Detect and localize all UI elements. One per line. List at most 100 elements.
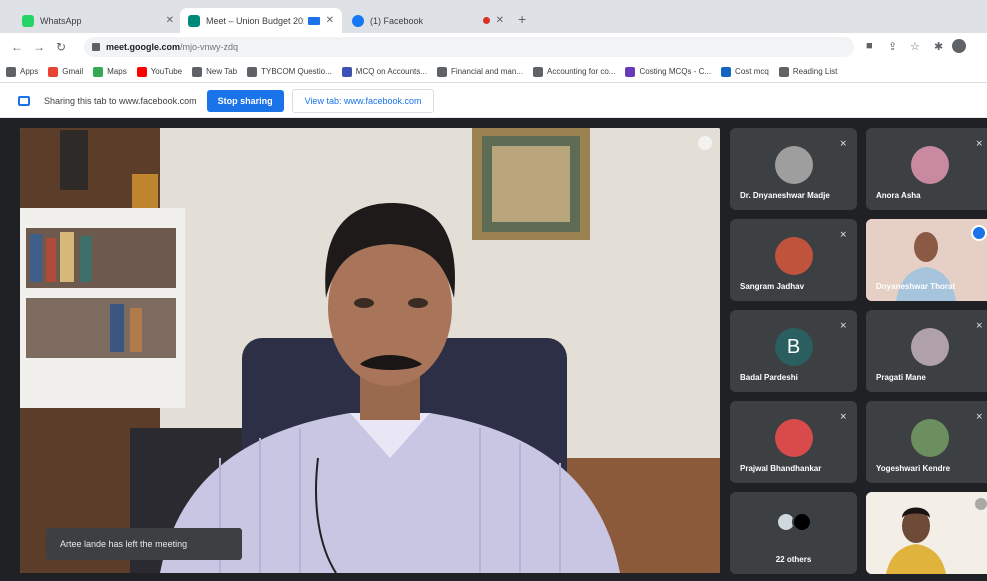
bookmark-label: Costing MCQs - C... [639,67,712,76]
tab-facebook[interactable]: (1) Facebook ✕ [344,8,512,33]
participant-tile[interactable]: ⨯ Anora Asha [866,128,987,210]
mic-off-icon: ⨯ [839,411,847,421]
participant-tile[interactable]: ⨯ Sangram Jadhav [730,219,857,301]
facebook-icon [352,14,364,27]
participant-tile[interactable]: ⨯ B Badal Pardeshi [730,310,857,392]
mic-off-icon: ⨯ [975,411,983,421]
bookmark-item[interactable]: Cost mcq [721,66,769,77]
recording-icon [482,17,490,24]
avatar: B [774,328,813,366]
profile-avatar[interactable] [952,39,966,53]
participant-tile[interactable]: ⨯ Yogeshwari Kendre [866,401,987,483]
participant-tile[interactable]: ⨯ Pragati Mane [866,310,987,392]
bookmark-icon [778,66,789,77]
bookmark-icon [532,66,543,77]
mic-off-icon: ⨯ [975,138,983,148]
mic-off-icon: ⨯ [839,229,847,239]
meet-grid: Artee lande has left the meeting ⨯ Dr. D… [0,118,987,581]
screen-share-icon [18,95,30,106]
bookmark-icon [625,66,636,77]
bookmark-item[interactable]: Accounting for co... [532,66,616,77]
bookmarks-bar: Apps Gmail Maps YouTube New Tab TYBCOM Questi… [0,61,987,83]
close-icon[interactable]: ✕ [166,15,174,26]
share-icon[interactable]: ⇪ [888,40,897,53]
bookmark-item[interactable]: Costing MCQs - C... [625,66,712,77]
main-speaker-video[interactable]: Artee lande has left the meeting [20,128,720,573]
bookmark-item[interactable]: Apps [6,66,39,77]
bookmark-label: Accounting for co... [546,67,616,76]
whatsapp-icon [22,14,34,27]
new-tab-button[interactable]: + [518,11,526,27]
mic-off-icon: ⨯ [839,138,847,148]
bookmark-label: Maps [107,67,127,76]
bookmark-icon [136,66,147,77]
bookmark-label: Cost mcq [735,67,769,76]
forward-icon[interactable]: → [28,40,50,54]
avatar [910,419,949,457]
reload-icon[interactable]: ↻ [50,40,72,54]
bookmark-icon [721,66,732,77]
avatar [774,237,813,275]
close-icon[interactable]: ✕ [326,15,334,26]
participant-tile[interactable]: ⨯ Prajwal Bhandhankar [730,401,857,483]
bookmark-label: New Tab [206,67,238,76]
address-bar-row: ← → ↻ meet.google.com /mjo-vnwy-zdq ■ ⇪ … [0,33,987,61]
camera-icon[interactable]: ■ [866,40,873,52]
avatar [791,512,812,532]
lock-icon [92,43,100,51]
self-video [866,492,987,574]
view-tab-button[interactable]: View tab: www.facebook.com [291,88,435,113]
bookmark-label: Apps [20,67,39,76]
others-avatars [775,512,812,532]
sharing-status-text: Sharing this tab to www.facebook.com [44,95,197,106]
close-icon[interactable]: ✕ [496,15,504,26]
notification-toast: Artee lande has left the meeting [46,528,242,560]
tab-title: WhatsApp [40,15,82,26]
bookmark-item[interactable]: TYBCOM Questio... [247,66,332,77]
tab-whatsapp[interactable]: WhatsApp ✕ [14,8,182,33]
bookmark-item[interactable]: New Tab [192,66,238,77]
tab-meet[interactable]: Meet – Union Budget 202… ✕ [180,8,342,33]
bookmark-item[interactable]: Financial and man... [436,66,523,77]
bookmark-icon [436,66,447,77]
extensions-icon[interactable]: ✱ [934,40,943,53]
url-field[interactable]: meet.google.com /mjo-vnwy-zdq [84,37,854,57]
bookmark-item[interactable]: Maps [93,66,127,77]
back-icon[interactable]: ← [6,40,28,54]
participant-name: Pragati Mane [876,373,926,382]
meet-icon [188,14,200,27]
bookmark-label: MCQ on Accounts... [355,67,427,76]
tab-sharing-bar: Sharing this tab to www.facebook.com Sto… [0,84,987,118]
browser-tab-strip: WhatsApp ✕ Meet – Union Budget 202… ✕ (1… [0,0,987,33]
bookmark-label: Financial and man... [450,67,523,76]
stop-sharing-button[interactable]: Stop sharing [206,89,284,112]
participant-name: Sangram Jadhav [740,282,805,291]
participant-name: Dr. Dnyaneshwar Madje [740,191,830,200]
bookmark-item[interactable]: Reading List [778,66,837,77]
avatar [774,419,813,457]
bookmark-icon [192,66,203,77]
tab-title: Meet – Union Budget 202… [206,15,304,26]
cast-icon [307,16,320,25]
participant-name: Prajwal Bhandhankar [740,464,822,473]
self-video-tile[interactable] [866,492,987,574]
bookmark-icon [48,66,59,77]
others-tile[interactable]: 22 others [730,492,857,574]
pin-icon[interactable] [698,136,712,150]
participant-video-tile[interactable]: Dnyaneshwar Thorat [866,219,987,301]
star-icon[interactable]: ☆ [910,40,920,53]
bookmark-icon [6,66,16,77]
bookmark-item[interactable]: YouTube [136,66,182,77]
bookmark-item[interactable]: Gmail [48,66,83,77]
bookmark-item[interactable]: MCQ on Accounts... [341,66,427,77]
url-host: meet.google.com [106,42,181,52]
participant-name: Yogeshwari Kendre [876,464,951,473]
avatar [774,146,813,184]
participant-name: Dnyaneshwar Thorat [876,282,956,291]
bookmark-icon [93,66,104,77]
mic-off-icon: ⨯ [839,320,847,330]
speaker-video-frame [20,128,720,573]
tab-title: (1) Facebook [370,15,424,26]
more-options-icon[interactable] [975,498,987,510]
participant-tile[interactable]: ⨯ Dr. Dnyaneshwar Madje [730,128,857,210]
